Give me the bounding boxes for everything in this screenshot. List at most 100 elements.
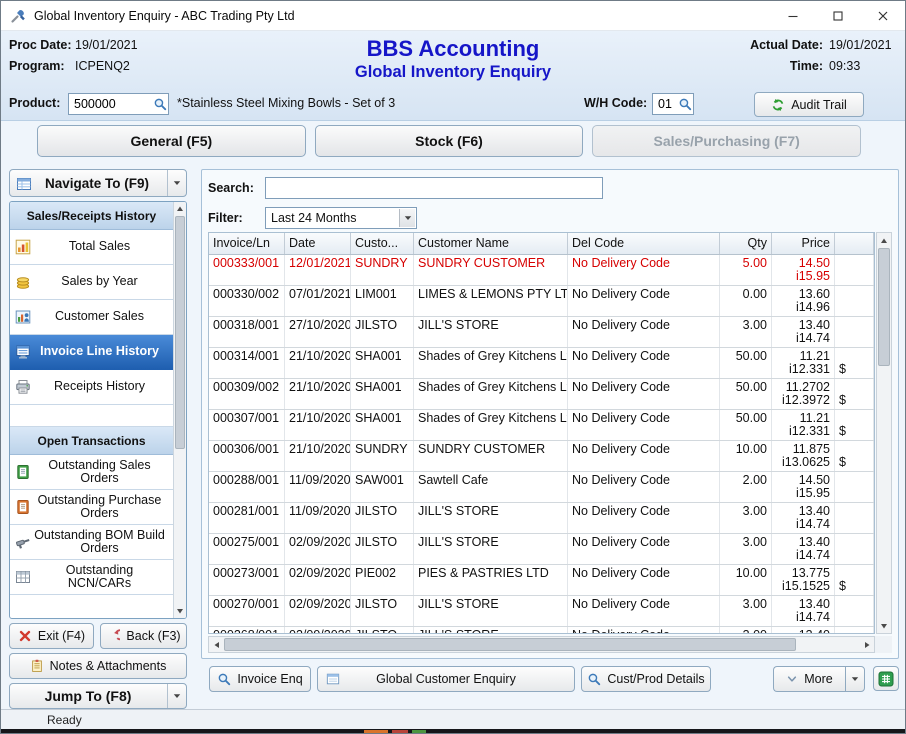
invoice-row-000306-001[interactable]: 000306/00121/10/2020SUNDRYSUNDRY CUSTOME… <box>209 441 874 472</box>
filter-select[interactable]: Last 24 Months <box>265 207 417 229</box>
cell-date: 02/09/2020 <box>285 534 351 564</box>
sidebar-item-outstanding-ncn-cars[interactable]: Outstanding NCN/CARs <box>10 560 173 595</box>
cell-sales-value: $ <box>835 441 874 471</box>
sales-by-year-icon <box>15 274 31 290</box>
arrow-left-icon <box>213 641 221 649</box>
maximize-button[interactable] <box>815 1 860 30</box>
column-header-date[interactable]: Date <box>285 233 351 254</box>
invoice-row-000307-001[interactable]: 000307/00121/10/2020SHA001Shades of Grey… <box>209 410 874 441</box>
sidebar-scrollbar[interactable] <box>173 202 186 618</box>
search-label: Search: <box>208 181 265 195</box>
cell-del-code: No Delivery Code <box>568 565 720 595</box>
sidebar-item-label: Customer Sales <box>55 310 144 324</box>
notes-icon <box>30 659 44 673</box>
invoice-enq-button[interactable]: Invoice Enq <box>209 666 311 692</box>
column-header-customer-name[interactable]: Customer Name <box>414 233 568 254</box>
column-header-blank[interactable] <box>835 233 874 254</box>
column-header-custo[interactable]: Custo... <box>351 233 414 254</box>
export-excel-button[interactable] <box>873 666 899 691</box>
invoice-row-000281-001[interactable]: 000281/00111/09/2020JILSTOJILL'S STORENo… <box>209 503 874 534</box>
more-button[interactable]: More <box>773 666 845 692</box>
column-header-invoice-ln[interactable]: Invoice/Ln <box>209 233 285 254</box>
table-horizontal-scrollbar[interactable] <box>208 636 875 653</box>
sidebar-item-outstanding-purchase-orders[interactable]: Outstanding Purchase Orders <box>10 490 173 525</box>
cust-prod-details-button[interactable]: Cust/Prod Details <box>581 666 711 692</box>
window-controls <box>770 1 905 30</box>
invoice-row-000288-001[interactable]: 000288/00111/09/2020SAW001Sawtell CafeNo… <box>209 472 874 503</box>
cell-date: 02/09/2020 <box>285 627 351 633</box>
cell-date: 02/09/2020 <box>285 596 351 626</box>
column-header-price[interactable]: Price <box>772 233 835 254</box>
global-customer-enquiry-button[interactable]: Global Customer Enquiry <box>317 666 575 692</box>
cell-sales-value <box>835 317 874 347</box>
table-scroll-down[interactable] <box>877 618 891 633</box>
tab-stock-f6[interactable]: Stock (F6) <box>315 125 584 157</box>
table-hscroll-thumb[interactable] <box>224 638 796 651</box>
back-button[interactable]: Back (F3) <box>100 623 187 649</box>
close-button[interactable] <box>860 1 905 30</box>
sidebar-item-total-sales[interactable]: Total Sales <box>10 230 173 265</box>
column-header-qty[interactable]: Qty <box>720 233 772 254</box>
more-dropdown-button[interactable] <box>845 666 865 692</box>
sidebar-scroll-thumb[interactable] <box>175 216 185 449</box>
title-bar[interactable]: Global Inventory Enquiry - ABC Trading P… <box>1 1 905 31</box>
invoice-row-000314-001[interactable]: 000314/00121/10/2020SHA001Shades of Grey… <box>209 348 874 379</box>
cell-invoice: 000275/001 <box>209 534 285 564</box>
cell-customer-name: JILL'S STORE <box>414 627 568 633</box>
proc-date-label: Proc Date: <box>9 38 69 52</box>
sidebar-item-outstanding-sales-orders[interactable]: Outstanding Sales Orders <box>10 455 173 490</box>
notes-attachments-button[interactable]: Notes & Attachments <box>9 653 187 679</box>
sidebar-item-sales-by-year[interactable]: Sales by Year <box>10 265 173 300</box>
minimize-button[interactable] <box>770 1 815 30</box>
product-description: *Stainless Steel Mixing Bowls - Set of 3 <box>177 96 395 110</box>
invoice-row-000270-001[interactable]: 000270/00102/09/2020JILSTOJILL'S STORENo… <box>209 596 874 627</box>
minimize-icon <box>788 11 798 21</box>
cell-date: 11/09/2020 <box>285 472 351 502</box>
search-input[interactable] <box>265 177 603 199</box>
sidebar-item-customer-sales[interactable]: Customer Sales <box>10 300 173 335</box>
time-value: 09:33 <box>829 59 897 73</box>
header-left: Proc Date: 19/01/2021 Program: ICPENQ2 <box>9 38 138 80</box>
jump-dropdown-button[interactable] <box>167 684 186 708</box>
audit-trail-button[interactable]: Audit Trail <box>754 92 864 117</box>
invoice-row-000268-001[interactable]: 000268/00102/09/2020JILSTOJILL'S STORENo… <box>209 627 874 633</box>
invoice-row-000273-001[interactable]: 000273/00102/09/2020PIE002PIES & PASTRIE… <box>209 565 874 596</box>
exit-button[interactable]: Exit (F4) <box>9 623 94 649</box>
sidebar-item-invoice-line-history[interactable]: Invoice Line History <box>10 335 173 370</box>
cell-customer-code: SHA001 <box>351 348 414 378</box>
filter-select-arrow[interactable] <box>399 209 415 227</box>
cell-customer-code: JILSTO <box>351 627 414 633</box>
column-header-del-code[interactable]: Del Code <box>568 233 720 254</box>
tab-general-f5[interactable]: General (F5) <box>37 125 306 157</box>
wh-code-input-wrap <box>652 93 694 115</box>
cell-del-code: No Delivery Code <box>568 627 720 633</box>
table-vscroll-thumb[interactable] <box>878 248 890 366</box>
cell-price: 11.2702i12.3972 <box>772 379 835 409</box>
invoice-row-000318-001[interactable]: 000318/00127/10/2020JILSTOJILL'S STORENo… <box>209 317 874 348</box>
cell-date: 27/10/2020 <box>285 317 351 347</box>
table-scroll-up[interactable] <box>877 233 891 248</box>
invoice-row-000330-002[interactable]: 000330/00207/01/2021LIM001LIMES & LEMONS… <box>209 286 874 317</box>
sidebar-item-outstanding-bom-build-orders[interactable]: Outstanding BOM Build Orders <box>10 525 173 560</box>
invoice-row-000309-002[interactable]: 000309/00221/10/2020SHA001Shades of Grey… <box>209 379 874 410</box>
navigate-to-button[interactable]: Navigate To (F9) <box>9 169 187 197</box>
chevron-down-icon <box>173 692 181 700</box>
navigate-dropdown-button[interactable] <box>167 170 186 196</box>
cell-del-code: No Delivery Code <box>568 410 720 440</box>
table-vertical-scrollbar[interactable] <box>876 232 892 634</box>
product-search-icon[interactable] <box>153 97 167 111</box>
table-scroll-left[interactable] <box>209 637 224 652</box>
sidebar-scroll-down[interactable] <box>174 604 186 618</box>
table-scroll-right[interactable] <box>859 637 874 652</box>
invoice-row-000333-001[interactable]: 000333/00112/01/2021SUNDRYSUNDRY CUSTOME… <box>209 255 874 286</box>
sidebar-item-label: Outstanding Purchase Orders <box>34 494 165 521</box>
invoice-row-000275-001[interactable]: 000275/00102/09/2020JILSTOJILL'S STORENo… <box>209 534 874 565</box>
sidebar-scroll-up[interactable] <box>174 202 186 216</box>
outstanding-purchase-orders-icon <box>15 499 31 515</box>
cell-date: 12/01/2021 <box>285 255 351 285</box>
wh-code-search-icon[interactable] <box>678 97 692 111</box>
jump-to-button[interactable]: Jump To (F8) <box>9 683 187 709</box>
sidebar-item-receipts-history[interactable]: Receipts History <box>10 370 173 405</box>
scrollbar-corner <box>875 636 892 653</box>
cell-customer-name: Sawtell Cafe <box>414 472 568 502</box>
